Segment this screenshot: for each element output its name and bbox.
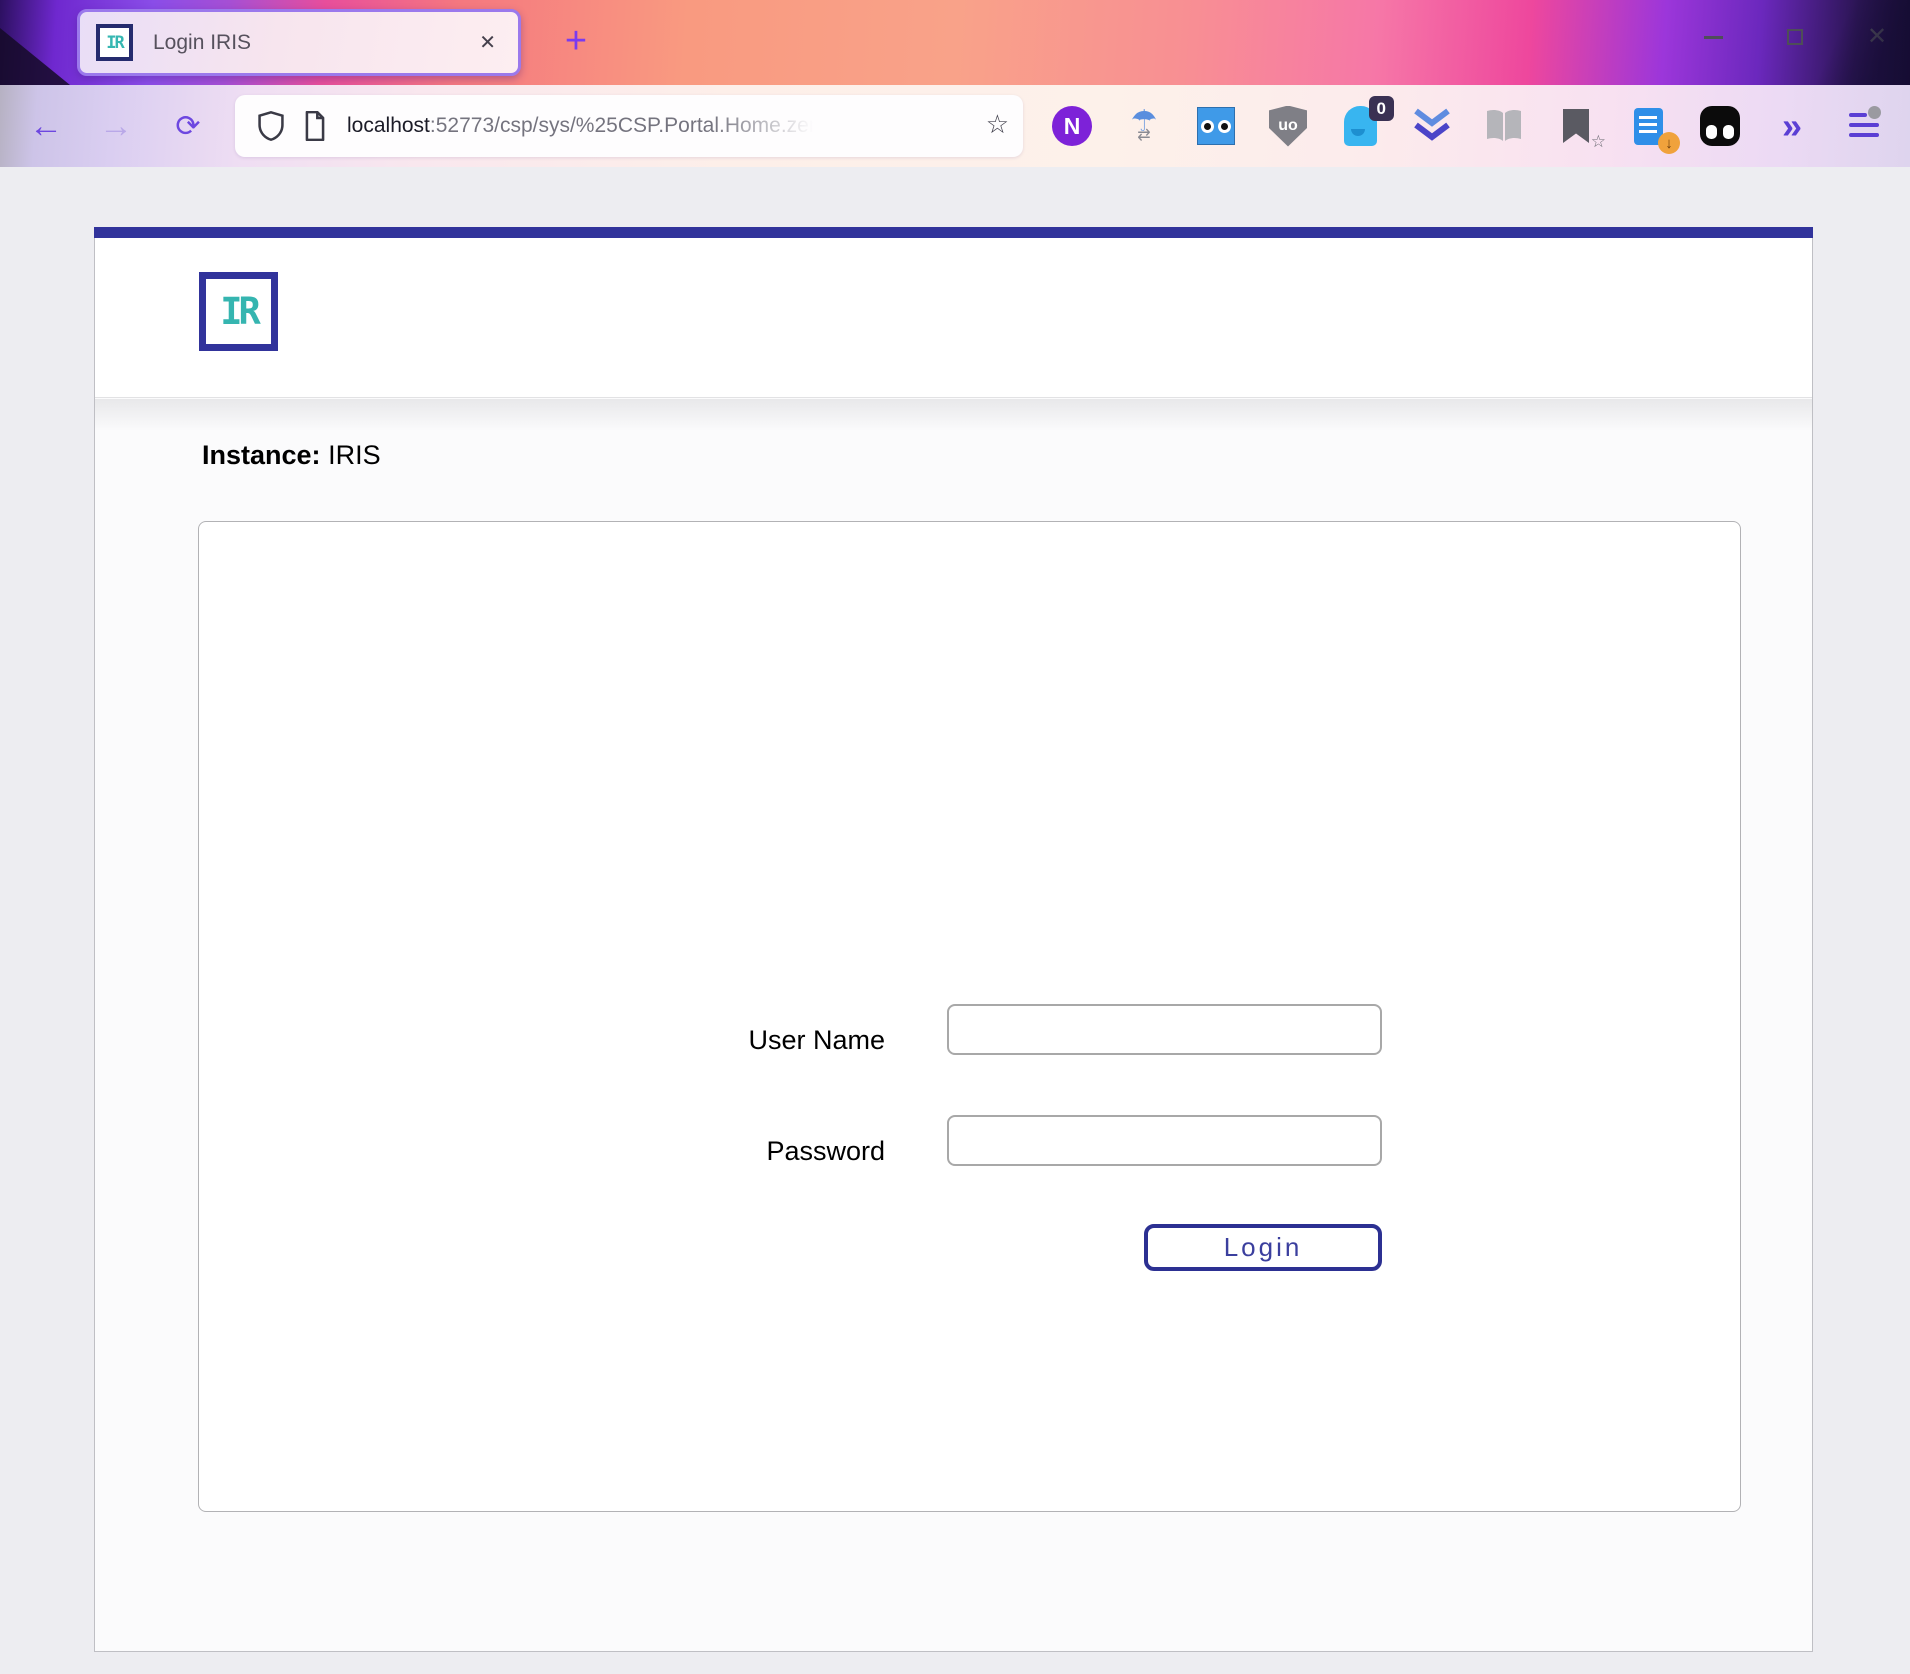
back-button[interactable]: ← <box>18 85 74 167</box>
navigation-toolbar: ← → ⟳ localhost:52773/csp/sys/%25CSP.Por… <box>0 85 1910 167</box>
menu-notification-dot <box>1868 106 1881 119</box>
extension-eyes-icon[interactable] <box>1194 104 1238 148</box>
document-arrow-badge: ↓ <box>1658 132 1680 154</box>
minimize-button[interactable] <box>1698 22 1728 52</box>
extension-n-icon[interactable]: N <box>1050 104 1094 148</box>
card-header <box>95 238 1812 398</box>
tab-bar: IR Login IRIS ✕ + ✕ <box>0 0 1910 85</box>
tab-favicon-icon: IR <box>96 24 133 61</box>
reload-button[interactable]: ⟳ <box>160 85 216 167</box>
menu-button[interactable] <box>1842 104 1886 148</box>
extension-document-icon[interactable]: ↓ <box>1626 104 1670 148</box>
instance-label: Instance: <box>202 440 321 470</box>
browser-tab[interactable]: IR Login IRIS ✕ <box>77 9 521 76</box>
new-tab-button[interactable]: + <box>552 14 600 68</box>
extension-bookmark-icon[interactable]: ☆ <box>1554 104 1598 148</box>
url-host: localhost <box>347 114 430 137</box>
login-card: IR Instance: IRIS User Name Password Log… <box>94 227 1813 1652</box>
bookmark-small-star: ☆ <box>1591 132 1606 152</box>
close-window-button[interactable]: ✕ <box>1862 22 1892 52</box>
page-info-icon[interactable] <box>303 111 327 141</box>
toolbar-overflow-button[interactable]: » <box>1770 104 1814 148</box>
instance-value: IRIS <box>328 440 381 470</box>
bookmark-star-icon[interactable]: ☆ <box>986 109 1009 140</box>
username-label: User Name <box>585 1025 885 1056</box>
url-text[interactable]: localhost:52773/csp/sys/%25CSP.Portal.Ho… <box>347 114 821 138</box>
extension-dark-icon[interactable] <box>1698 104 1742 148</box>
forward-button[interactable]: → <box>88 85 144 167</box>
password-input[interactable] <box>947 1115 1382 1166</box>
iris-logo: IR <box>199 272 278 351</box>
extension-proxy-icon[interactable]: ☂⇄ <box>1122 104 1166 148</box>
extension-ghostery-icon[interactable]: 0 <box>1338 104 1382 148</box>
tab-title: Login IRIS <box>153 31 479 55</box>
instance-line: Instance: IRIS <box>202 440 381 471</box>
extension-ublock-icon[interactable]: uo <box>1266 104 1310 148</box>
shield-permissions-icon[interactable] <box>257 110 285 142</box>
username-input[interactable] <box>947 1004 1382 1055</box>
window-controls: ✕ <box>1698 22 1892 52</box>
url-path: :52773/csp/sys/%25CSP.Portal.Home.zen <box>430 114 821 137</box>
card-accent-bar <box>94 227 1813 238</box>
url-bar[interactable]: localhost:52773/csp/sys/%25CSP.Portal.Ho… <box>235 95 1023 157</box>
maximize-button[interactable] <box>1780 22 1810 52</box>
extension-book-icon[interactable] <box>1482 104 1526 148</box>
ghostery-badge: 0 <box>1369 96 1394 121</box>
login-button[interactable]: Login <box>1144 1224 1382 1271</box>
header-shadow <box>95 399 1812 431</box>
extensions-row: N ☂⇄ uo 0 ☆ <box>1050 85 1886 167</box>
tab-close-icon[interactable]: ✕ <box>479 30 496 55</box>
password-label: Password <box>585 1136 885 1167</box>
extension-chevrons-icon[interactable] <box>1410 104 1454 148</box>
page-background: IR Instance: IRIS User Name Password Log… <box>0 167 1910 1674</box>
hamburger-icon <box>1849 113 1879 139</box>
